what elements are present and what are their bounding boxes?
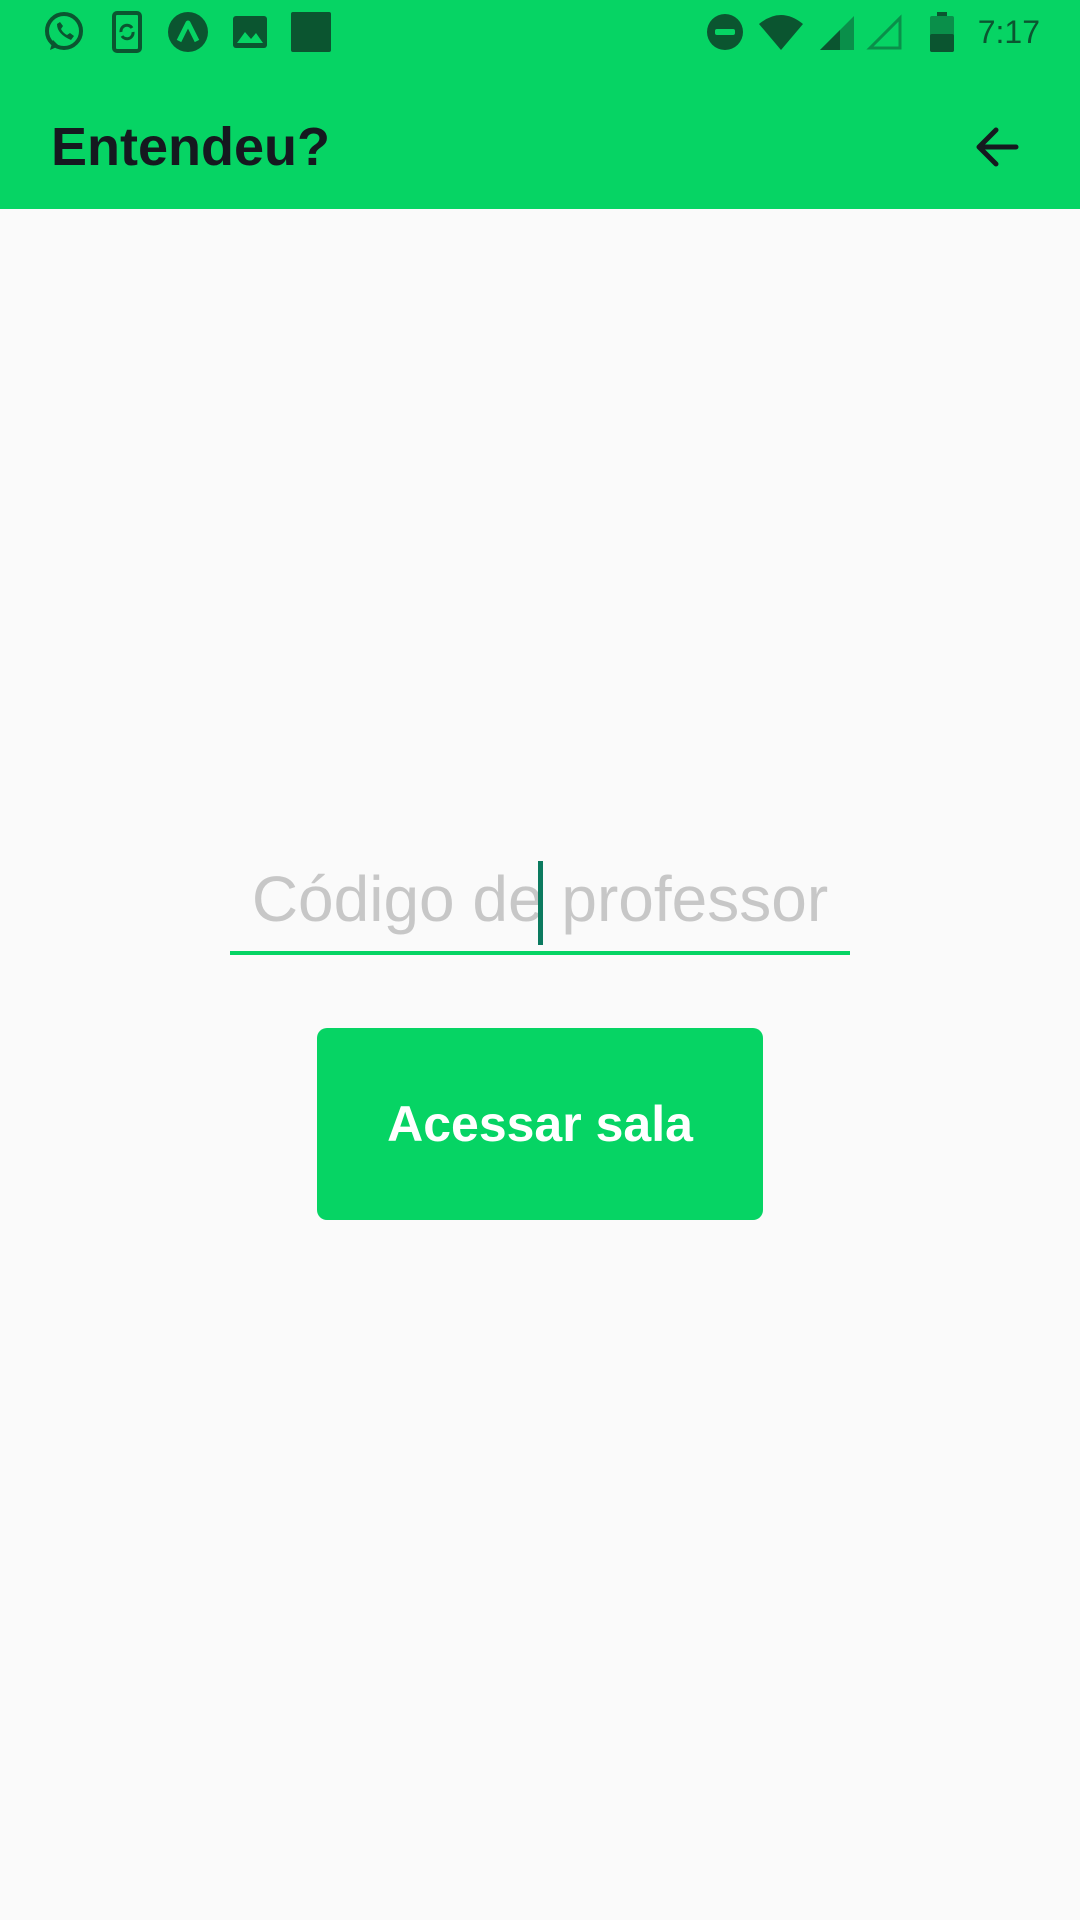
enter-room-button[interactable]: Acessar sala [317,1028,763,1220]
signal-empty-icon [866,14,902,50]
phone-sync-icon [112,11,142,53]
battery-icon [930,12,954,52]
text-caret [538,861,543,945]
page-title: Entendeu? [51,117,330,177]
arrow-back-icon[interactable] [968,117,1028,177]
image-icon [233,16,267,48]
app-bar: Entendeu? [0,63,1080,209]
square-icon [291,12,331,52]
do-not-disturb-icon [707,14,743,50]
arrow-up-circle-icon [168,12,208,52]
teacher-code-field[interactable] [230,855,850,965]
status-time: 7:17 [977,14,1040,50]
signal-icon [820,16,854,50]
wifi-icon [759,15,803,50]
status-bar: 7:17 [0,0,1080,63]
whatsapp-icon [45,12,83,50]
